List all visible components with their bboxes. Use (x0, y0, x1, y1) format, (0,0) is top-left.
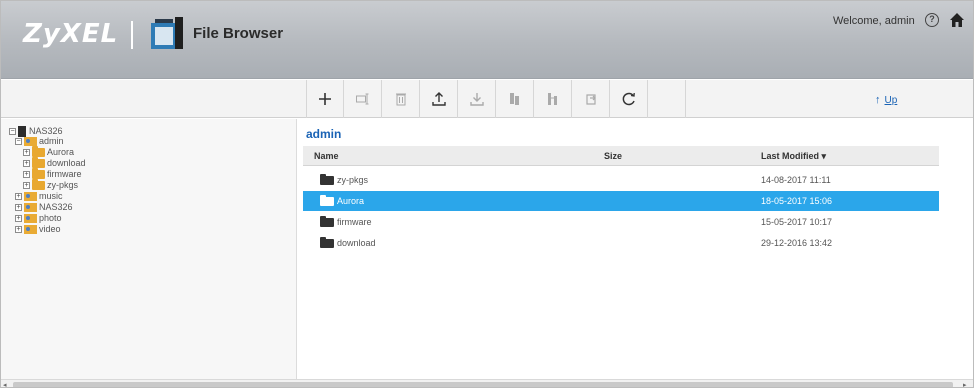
shared-folder-icon (24, 214, 37, 223)
file-name-cell: Aurora (320, 194, 365, 206)
delete-icon (395, 93, 406, 106)
folder-icon (320, 173, 334, 185)
copy-button[interactable] (496, 80, 534, 118)
tree-item-label: music (39, 191, 63, 201)
share-button[interactable] (572, 80, 610, 118)
file-modified: 14-08-2017 11:11 (761, 175, 831, 185)
header-bar: ZyXEL File Browser Welcome, admin ? (1, 1, 973, 79)
shared-folder-icon (24, 203, 37, 212)
up-label: Up (884, 95, 898, 106)
file-list-header: Name Size Last Modified ▾ (303, 146, 939, 166)
breadcrumb[interactable]: admin (306, 127, 341, 141)
tree-item-video[interactable]: + video (15, 224, 61, 235)
folder-icon (32, 157, 45, 168)
file-modified: 18-05-2017 15:06 (761, 196, 833, 206)
file-name: zy-pkgs (337, 175, 369, 185)
up-arrow-icon: ↑ (875, 94, 881, 106)
file-browser-window: ZyXEL File Browser Welcome, admin ? ↑ Up… (0, 0, 974, 388)
tree-item-zy-pkgs[interactable]: + zy-pkgs (23, 179, 79, 191)
tree-item-label: Aurora (47, 147, 75, 157)
folder-tree: − NAS326 − admin + Aurora + download + f… (1, 119, 297, 379)
upload-icon (431, 92, 446, 106)
file-name-cell: download (320, 236, 376, 248)
scroll-left-icon[interactable]: ◂ (3, 381, 7, 387)
scroll-right-icon[interactable]: ▸ (963, 381, 967, 387)
expand-icon[interactable]: + (23, 160, 30, 167)
horizontal-scrollbar[interactable]: ◂ ▸ (1, 379, 973, 387)
toolbar-spacer (648, 80, 686, 118)
file-modified: 29-12-2016 13:42 (761, 238, 833, 248)
tree-item-label: firmware (47, 169, 82, 179)
move-icon (547, 93, 557, 105)
expand-icon[interactable]: + (15, 204, 22, 211)
add-button[interactable] (306, 80, 344, 118)
expand-icon[interactable]: + (23, 149, 30, 156)
shared-folder-icon (24, 192, 37, 201)
file-name: download (337, 238, 376, 248)
add-icon (319, 93, 331, 105)
expand-icon[interactable]: + (23, 171, 30, 178)
copy-icon (509, 93, 519, 105)
tree-item-aurora[interactable]: + Aurora (23, 146, 75, 158)
tree-item-label: NAS326 (39, 202, 73, 212)
file-name: Aurora (337, 196, 365, 206)
tree-item-label: download (47, 158, 86, 168)
refresh-icon (622, 92, 635, 106)
collapse-icon[interactable]: − (15, 138, 22, 145)
folder-icon (320, 194, 334, 206)
scrollbar-thumb[interactable] (13, 382, 953, 387)
file-row-zy-pkgs[interactable]: zy-pkgs 14-08-2017 11:11 (303, 170, 939, 190)
brand-separator (131, 21, 133, 49)
app-title: File Browser (193, 25, 284, 42)
expand-icon[interactable]: + (15, 215, 22, 222)
shared-folder-icon (24, 225, 37, 234)
folder-icon (320, 236, 334, 248)
folder-icon (32, 168, 45, 179)
brand-logo: ZyXEL (23, 19, 119, 49)
share-icon (585, 94, 596, 105)
column-header-size[interactable]: Size (604, 151, 622, 161)
toolbar-buttons (306, 80, 686, 118)
rename-button[interactable] (344, 80, 382, 118)
folder-icon (320, 215, 334, 227)
file-browser-app-icon (151, 17, 183, 49)
download-button[interactable] (458, 80, 496, 118)
tree-item-label: photo (39, 213, 62, 223)
folder-icon (32, 179, 45, 190)
toolbar: ↑ Up (1, 80, 973, 118)
expand-icon[interactable]: + (15, 226, 22, 233)
tree-item-admin[interactable]: − admin (15, 136, 64, 147)
file-row-firmware[interactable]: firmware 15-05-2017 10:17 (303, 212, 939, 232)
rename-icon (355, 93, 368, 105)
shared-folder-icon (24, 137, 37, 146)
column-header-name[interactable]: Name (314, 151, 339, 161)
home-icon[interactable] (949, 12, 965, 28)
column-header-last-modified[interactable]: Last Modified ▾ (761, 151, 826, 162)
expand-icon[interactable]: + (15, 193, 22, 200)
delete-button[interactable] (382, 80, 420, 118)
file-modified: 15-05-2017 10:17 (761, 217, 833, 227)
up-link[interactable]: ↑ Up (875, 94, 897, 106)
help-icon[interactable]: ? (925, 13, 939, 27)
tree-item-nas326-share[interactable]: + NAS326 (15, 202, 73, 213)
upload-button[interactable] (420, 80, 458, 118)
file-name: firmware (337, 217, 372, 227)
move-button[interactable] (534, 80, 572, 118)
expand-icon[interactable]: + (23, 182, 30, 189)
download-icon (469, 93, 484, 106)
folder-icon (32, 146, 45, 157)
file-row-download[interactable]: download 29-12-2016 13:42 (303, 233, 939, 253)
file-name-cell: firmware (320, 215, 372, 227)
file-list-pane: admin Name Size Last Modified ▾ zy-pkgs … (298, 119, 973, 379)
welcome-text: Welcome, admin (833, 15, 915, 27)
tree-item-label: video (39, 224, 61, 234)
tree-item-label: zy-pkgs (47, 180, 79, 190)
tree-item-label: admin (39, 136, 64, 146)
tree-item-photo[interactable]: + photo (15, 213, 62, 224)
file-name-cell: zy-pkgs (320, 173, 369, 185)
tree-item-music[interactable]: + music (15, 191, 63, 202)
refresh-button[interactable] (610, 80, 648, 118)
file-row-aurora[interactable]: Aurora 18-05-2017 15:06 (303, 191, 939, 211)
collapse-icon[interactable]: − (9, 128, 16, 135)
